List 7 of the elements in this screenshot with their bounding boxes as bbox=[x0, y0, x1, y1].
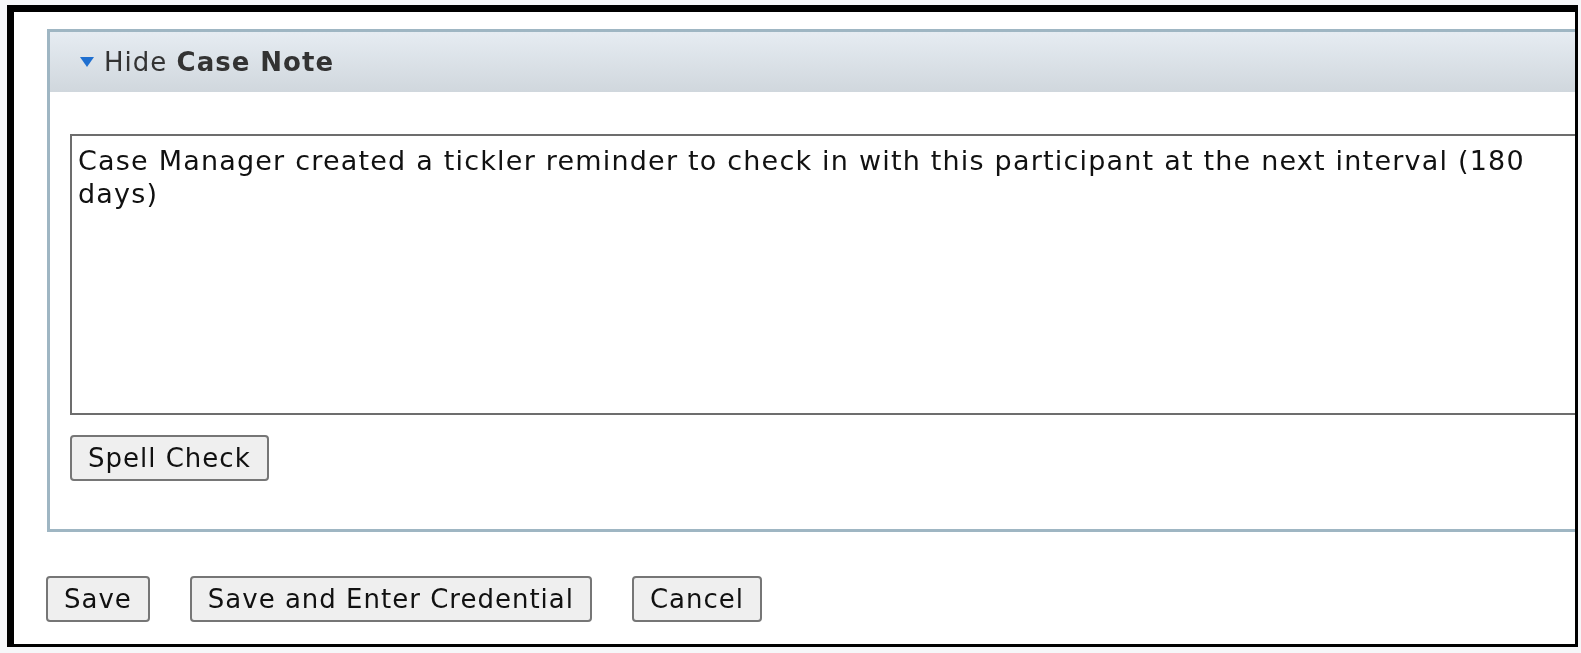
collapse-icon bbox=[80, 57, 94, 67]
hide-case-note-toggle[interactable]: Hide Case Note bbox=[80, 47, 335, 77]
cancel-button[interactable]: Cancel bbox=[631, 576, 763, 622]
save-button[interactable]: Save bbox=[46, 576, 150, 622]
spell-check-button[interactable]: Spell Check bbox=[70, 435, 269, 481]
save-and-enter-credential-button[interactable]: Save and Enter Credential bbox=[189, 576, 592, 622]
case-note-field[interactable]: Case Manager created a tickler reminder to check in with this participant at the next interval (180 days) bbox=[70, 134, 1575, 415]
